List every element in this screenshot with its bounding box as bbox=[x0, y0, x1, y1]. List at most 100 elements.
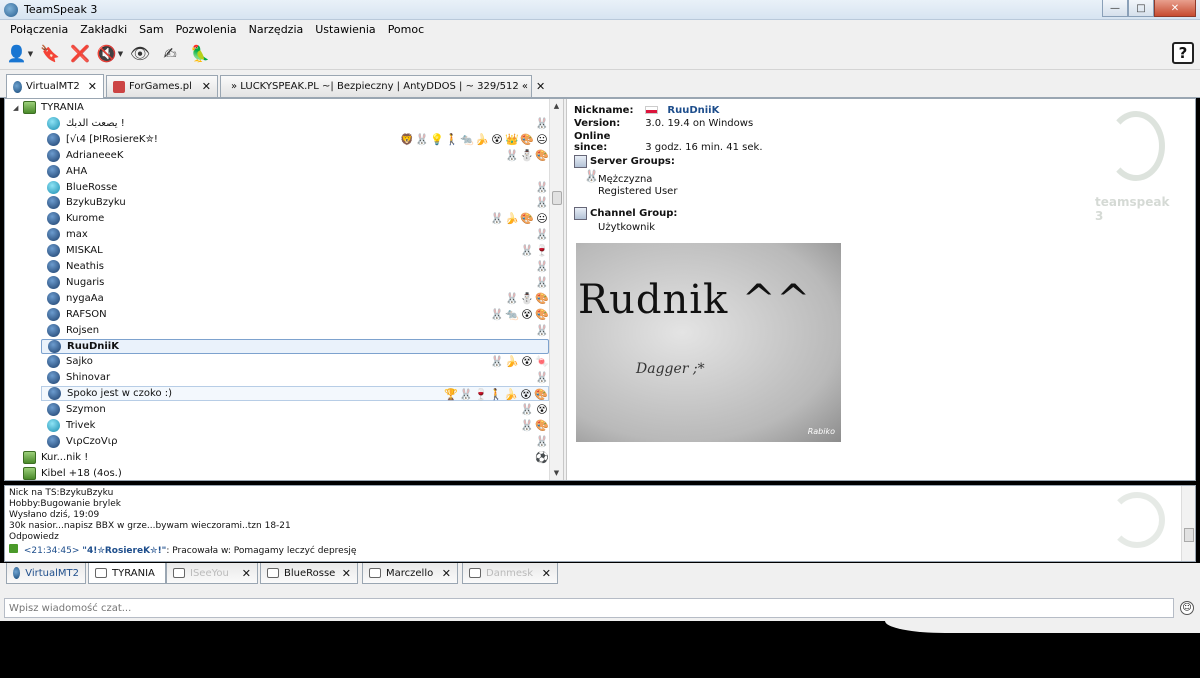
client-row[interactable]: يصعت الدبك ! 🐰 bbox=[41, 116, 549, 131]
close-tab-icon[interactable]: ✕ bbox=[194, 80, 211, 93]
client-row[interactable]: MISKAL 🐰 🍷 bbox=[41, 243, 549, 258]
client-row[interactable]: max 🐰 bbox=[41, 227, 549, 242]
client-row[interactable]: Sajko 🐰 🍌 😵 🍬 bbox=[41, 354, 549, 369]
menu-pozwolenia[interactable]: Pozwolenia bbox=[170, 23, 243, 36]
channel-row[interactable]: Kur...nik ! ⚽ bbox=[5, 450, 549, 465]
client-status-icon bbox=[47, 260, 60, 273]
channel-row[interactable]: Kibel +18 (4os.) bbox=[5, 466, 549, 480]
server-icon bbox=[13, 567, 21, 579]
group-badge-icon: 🐰 bbox=[535, 323, 549, 337]
close-tab-icon[interactable]: ✕ bbox=[80, 80, 97, 93]
chat-tab-bluerosse[interactable]: BlueRosse ✕ bbox=[260, 563, 358, 584]
client-row[interactable]: AdrianeeeK 🐰 ⛄ 🎨 bbox=[41, 148, 549, 163]
client-badges: 🐰 bbox=[535, 227, 549, 242]
group-badge-icon: 🐰 bbox=[535, 434, 549, 448]
client-row[interactable]: BlueRosse 🐰 bbox=[41, 180, 549, 195]
client-name: Sajko bbox=[66, 356, 93, 368]
chat-timestamp: <21:34:45> bbox=[23, 546, 80, 556]
chat-tab-virtualmt2[interactable]: VirtualMT2 bbox=[6, 563, 86, 584]
expand-arrow-icon[interactable]: ◢ bbox=[13, 104, 23, 112]
chat-input-bar: ☺ bbox=[0, 585, 1200, 621]
maximize-button[interactable]: □ bbox=[1128, 0, 1154, 17]
tree-scrollbar[interactable]: ▲ ▼ bbox=[549, 99, 563, 480]
toolbar: 👤 ▼ 🔖 ❌ 🔇 ▼ 👁 ✍ 🦜 bbox=[0, 38, 1200, 70]
client-row[interactable]: [√ι4 [ϷǃRosiereK✮! 🦁 🐰 💡 🚶 🐀 🍌 😵 👑 🎨 😐 bbox=[41, 132, 549, 147]
close-tab-icon[interactable]: ✕ bbox=[342, 567, 351, 580]
client-name: Spoko jest w czoko :) bbox=[67, 388, 173, 400]
help-button[interactable]: ? bbox=[1172, 42, 1194, 64]
chat-line: Wysłano dziś, 19:09 bbox=[9, 510, 100, 520]
scroll-thumb[interactable] bbox=[552, 191, 562, 205]
client-badges: 🐰 bbox=[535, 323, 549, 338]
menu-zakladki[interactable]: Zakładki bbox=[74, 23, 133, 36]
avatar-icon[interactable]: 🦜 bbox=[188, 42, 212, 66]
bookmark-icon[interactable]: 🔖 bbox=[38, 42, 62, 66]
menu-narzedzia[interactable]: Narzędzia bbox=[243, 23, 310, 36]
scroll-down-icon[interactable]: ▼ bbox=[550, 466, 563, 480]
chat-tab-tyrania[interactable]: TYRANIA bbox=[88, 563, 166, 584]
client-row[interactable]: RuuDniiK bbox=[41, 338, 549, 354]
close-button[interactable]: ✕ bbox=[1154, 0, 1196, 17]
minimize-button[interactable]: — bbox=[1102, 0, 1128, 17]
register-icon[interactable]: ✍ bbox=[158, 42, 182, 66]
client-row[interactable]: Trivek 🐰 🎨 bbox=[41, 418, 549, 433]
client-row[interactable]: Kurome 🐰 🍌 🎨 😐 bbox=[41, 211, 549, 226]
menu-polaczenia[interactable]: Połączenia bbox=[4, 23, 74, 36]
tab-virtualmt2[interactable]: VirtualMT2 ✕ bbox=[6, 74, 104, 98]
panel-splitter[interactable] bbox=[563, 99, 567, 480]
emoticon-icon[interactable]: ☺ bbox=[1180, 601, 1194, 615]
client-row[interactable]: RAFSON 🐰 🐀 😵 🎨 bbox=[41, 307, 549, 322]
disconnect-icon[interactable]: ❌ bbox=[68, 42, 92, 66]
mute-icon[interactable]: 🔇 ▼ bbox=[97, 42, 123, 66]
chat-bubble-icon bbox=[95, 568, 107, 578]
away-icon[interactable]: 👁 bbox=[128, 42, 152, 66]
chat-line: Nick na TS:BzykuBzyku bbox=[9, 488, 114, 498]
close-tab-icon[interactable]: ✕ bbox=[242, 567, 251, 580]
client-name: AdrianeeeK bbox=[66, 149, 124, 161]
group-badge-icon: 🐰 bbox=[520, 419, 534, 432]
client-badges: 🐰 ⛄ 🎨 bbox=[505, 291, 549, 306]
client-row[interactable]: Spoko jest w czoko :) 🏆 🐰 🍷 🚶 🍌 😵 🎨 bbox=[41, 386, 549, 402]
version-row: Version: 3.0. 19.4 on Windows bbox=[574, 118, 754, 129]
client-row[interactable]: Nugaris 🐰 bbox=[41, 275, 549, 290]
chat-input[interactable] bbox=[4, 598, 1174, 618]
client-row[interactable]: AHA bbox=[41, 164, 549, 179]
group-badge-icon: 🎨 bbox=[520, 132, 534, 146]
server-groups-icon bbox=[574, 155, 587, 168]
chat-tab-danmesk[interactable]: Danmesk ✕ bbox=[462, 563, 558, 584]
group-badge-icon: 🐰 bbox=[520, 403, 534, 417]
tab-luckyspeak[interactable]: » LUCKYSPEAK.PL ~| Bezpieczny | AntyDDOS… bbox=[220, 75, 545, 97]
connect-icon[interactable]: 👤 ▼ bbox=[7, 42, 33, 66]
group-badge-icon: 😵 bbox=[520, 388, 532, 402]
menu-ustawienia[interactable]: Ustawienia bbox=[309, 23, 381, 36]
tab-label: » LUCKYSPEAK.PL ~| Bezpieczny | AntyDDOS… bbox=[231, 81, 528, 92]
client-row[interactable]: BzykuBzyku 🐰 bbox=[41, 195, 549, 210]
close-tab-icon[interactable]: ✕ bbox=[542, 567, 551, 580]
client-row[interactable]: Shinovar 🐰 bbox=[41, 370, 549, 385]
chat-tab-marczello[interactable]: Marczello ✕ bbox=[362, 563, 458, 584]
client-row[interactable]: Szymon 🐰 😵 bbox=[41, 402, 549, 417]
client-row[interactable]: Rojsen 🐰 bbox=[41, 323, 549, 338]
group-badge-icon: 🎨 bbox=[534, 388, 548, 402]
client-row[interactable]: VιρCzoVιρ 🐰 bbox=[41, 434, 549, 449]
channel-tyrania[interactable]: ◢ TYRANIA bbox=[5, 100, 549, 115]
chat-sender[interactable]: "4!✮RosiereK✮!" bbox=[82, 546, 166, 556]
chat-tab-iseeyou[interactable]: ISeeYou ✕ bbox=[166, 563, 258, 584]
close-tab-icon[interactable]: ✕ bbox=[528, 80, 545, 93]
client-row[interactable]: Neathis 🐰 bbox=[41, 259, 549, 274]
scroll-up-icon[interactable]: ▲ bbox=[550, 99, 563, 113]
client-status-icon bbox=[47, 132, 60, 146]
menu-sam[interactable]: Sam bbox=[133, 23, 169, 36]
client-status-icon bbox=[48, 387, 61, 401]
tab-label: VirtualMT2 bbox=[26, 81, 80, 92]
group-badge-icon: 🍌 bbox=[475, 132, 489, 146]
client-name: Nugaris bbox=[66, 276, 105, 288]
client-row[interactable]: nygaAa 🐰 ⛄ 🎨 bbox=[41, 291, 549, 306]
scroll-thumb[interactable] bbox=[1184, 528, 1194, 542]
tab-forgames[interactable]: ForGames.pl ✕ bbox=[106, 75, 218, 97]
version-value: 3.0. 19.4 on Windows bbox=[645, 118, 754, 129]
chat-bubble-icon bbox=[173, 568, 185, 578]
menu-pomoc[interactable]: Pomoc bbox=[382, 23, 430, 36]
chat-scrollbar[interactable] bbox=[1181, 486, 1195, 561]
close-tab-icon[interactable]: ✕ bbox=[442, 567, 451, 580]
